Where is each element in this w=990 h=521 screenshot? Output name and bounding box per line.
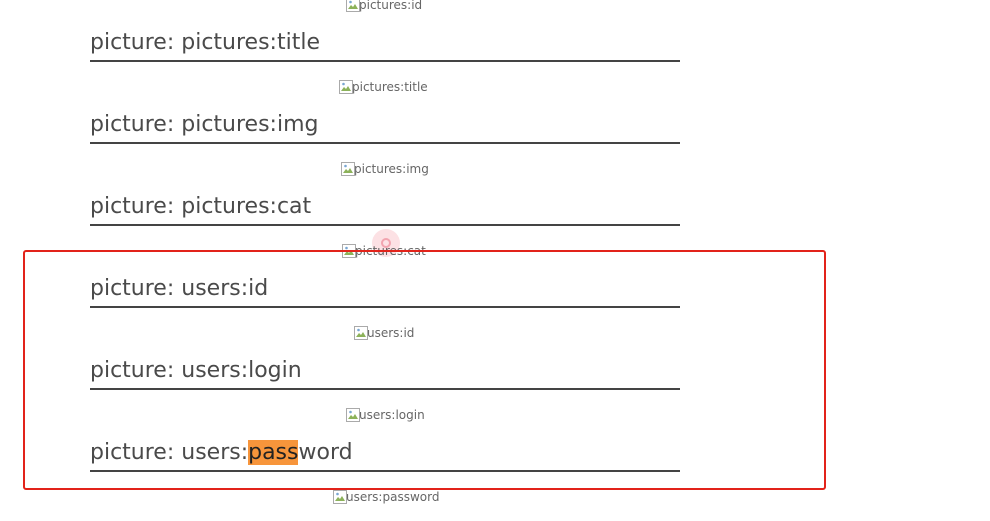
heading-text: pictures:cat (181, 194, 312, 219)
annotation-box (23, 250, 826, 490)
image-pictures-id: pictures:id (346, 0, 422, 12)
image-pictures-img: pictures:img (341, 162, 429, 176)
image-alt-text: pictures:title (352, 80, 428, 94)
picture-heading: picture: pictures:img (90, 110, 680, 144)
image-pictures-title: pictures:title (339, 80, 428, 94)
picture-heading: picture: pictures:cat (90, 192, 680, 226)
broken-image-icon (339, 80, 353, 94)
image-alt-text: pictures:img (354, 162, 429, 176)
heading-prefix: picture: (90, 194, 182, 219)
heading-text: pictures:title (181, 30, 320, 55)
heading-prefix: picture: (90, 30, 182, 55)
image-users-password: users:password (333, 490, 439, 504)
picture-heading: picture: pictures:title (90, 28, 680, 62)
image-alt-text: pictures:id (359, 0, 423, 12)
broken-image-icon (346, 0, 360, 12)
heading-text: pictures:img (181, 112, 319, 137)
heading-prefix: picture: (90, 112, 182, 137)
image-alt-text: users:password (346, 490, 440, 504)
broken-image-icon (333, 490, 347, 504)
broken-image-icon (341, 162, 355, 176)
